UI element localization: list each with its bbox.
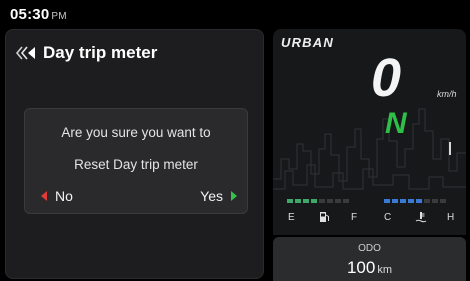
fuel-level-segment (327, 199, 333, 203)
dialog-question-line1: Are you sure you want to (61, 125, 211, 140)
temp-level-segment (400, 199, 406, 203)
reset-confirm-dialog: Are you sure you want to Reset Day trip … (24, 108, 248, 214)
temp-level-segment (432, 199, 438, 203)
drive-mode-label: URBAN (281, 35, 334, 50)
temp-level-segment (408, 199, 414, 203)
temp-hot-label: H (447, 212, 455, 223)
fuel-level-bar (287, 199, 349, 203)
odometer-readout: 100 km (273, 258, 466, 278)
no-button[interactable]: No (41, 188, 73, 204)
odometer-panel: ODO 100 km (273, 237, 466, 281)
odometer-unit: km (377, 264, 393, 276)
fuel-level-segment (335, 199, 341, 203)
fuel-full-label: F (351, 212, 358, 223)
menu-title: Day trip meter (43, 43, 158, 62)
temp-level-segment (416, 199, 422, 203)
fuel-level-segment (303, 199, 309, 203)
temp-level-segment (392, 199, 398, 203)
temp-level-segment (424, 199, 430, 203)
menu-panel: Day trip meter Are you sure you want to … (5, 29, 264, 279)
dialog-question-line2: Reset Day trip meter (74, 157, 198, 172)
right-arrow-icon (231, 191, 237, 201)
clock-ampm: PM (51, 11, 67, 22)
fuel-level-segment (319, 199, 325, 203)
yes-button[interactable]: Yes (200, 188, 237, 204)
temperature-level-bar (384, 199, 446, 203)
fuel-level-segment (295, 199, 301, 203)
coolant-temp-icon (415, 212, 427, 223)
gear-indicator: N (385, 107, 407, 140)
odometer-value: 100 (346, 258, 376, 277)
clock-time: 05:30 (10, 6, 50, 23)
fuel-empty-label: E (288, 212, 295, 223)
speed-readout: 0 (371, 48, 402, 108)
city-skyline-graphic (273, 108, 466, 190)
fuel-level-segment (287, 199, 293, 203)
left-arrow-icon (41, 191, 47, 201)
fuel-level-segment (311, 199, 317, 203)
yes-label: Yes (200, 188, 223, 204)
fuel-pump-icon (320, 212, 329, 222)
fuel-level-segment (343, 199, 349, 203)
temp-cold-label: C (384, 212, 392, 223)
status-clock: 05:30 PM (10, 6, 67, 23)
odometer-label: ODO (358, 243, 381, 254)
gauge-marker (449, 142, 451, 155)
no-label: No (55, 188, 73, 204)
cluster-panel: URBAN 0 km/h N E F C H (273, 29, 466, 235)
triple-chevron-left-icon[interactable] (14, 44, 40, 62)
temp-level-segment (440, 199, 446, 203)
speed-unit: km/h (437, 89, 457, 99)
menu-header: Day trip meter (14, 43, 157, 63)
temp-level-segment (384, 199, 390, 203)
